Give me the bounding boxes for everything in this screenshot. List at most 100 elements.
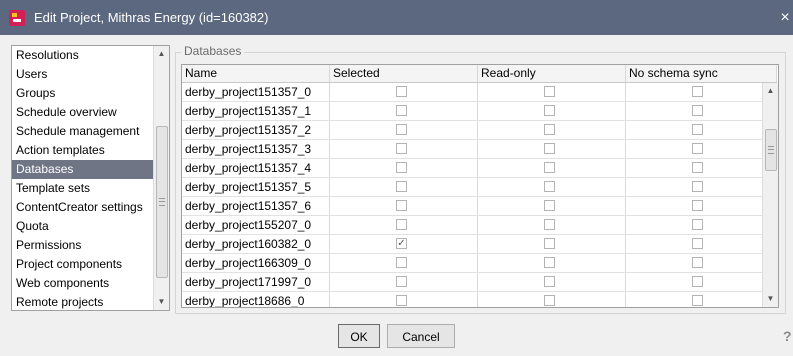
table-row[interactable]: derby_project155207_0	[182, 216, 777, 235]
no-schema-sync-checkbox[interactable]	[692, 295, 703, 306]
selected-checkbox[interactable]	[396, 181, 407, 192]
read-only-cell	[478, 216, 626, 234]
no-schema-sync-cell	[626, 159, 777, 177]
column-header-read-only[interactable]: Read-only	[478, 65, 626, 82]
ok-button[interactable]: OK	[338, 324, 380, 348]
nav-item-contentcreator-settings[interactable]: ContentCreator settings	[12, 198, 155, 217]
table-row[interactable]: derby_project151357_4	[182, 159, 777, 178]
read-only-checkbox[interactable]	[544, 181, 555, 192]
selected-checkbox[interactable]	[396, 86, 407, 97]
selected-cell	[330, 178, 478, 196]
nav-item-action-templates[interactable]: Action templates	[12, 141, 155, 160]
no-schema-sync-checkbox[interactable]	[692, 162, 703, 173]
grip-icon	[768, 146, 774, 154]
table-row[interactable]: derby_project151357_6	[182, 197, 777, 216]
window-title: Edit Project, Mithras Energy (id=160382)	[34, 10, 269, 25]
no-schema-sync-checkbox[interactable]	[692, 257, 703, 268]
read-only-checkbox[interactable]	[544, 276, 555, 287]
table-row[interactable]: derby_project151357_3	[182, 140, 777, 159]
nav-item-quota[interactable]: Quota	[12, 217, 155, 236]
nav-item-remote-projects[interactable]: Remote projects	[12, 293, 155, 310]
nav-scrollbar[interactable]: ▲ ▼	[153, 46, 169, 310]
selected-checkbox[interactable]	[396, 276, 407, 287]
database-name-cell: derby_project151357_0	[182, 83, 330, 101]
database-name-cell: derby_project160382_0	[182, 235, 330, 253]
database-name-cell: derby_project151357_6	[182, 197, 330, 215]
selected-checkbox[interactable]	[396, 200, 407, 211]
nav-items: Resolutions Users Groups Schedule overview S…	[12, 46, 155, 310]
selected-checkbox[interactable]	[396, 219, 407, 230]
selected-checkbox[interactable]	[396, 105, 407, 116]
table-row[interactable]: derby_project18686_0	[182, 292, 777, 307]
nav-item-template-sets[interactable]: Template sets	[12, 179, 155, 198]
no-schema-sync-checkbox[interactable]	[692, 238, 703, 249]
no-schema-sync-checkbox[interactable]	[692, 200, 703, 211]
read-only-checkbox[interactable]	[544, 257, 555, 268]
table-row[interactable]: derby_project151357_1	[182, 102, 777, 121]
scroll-thumb[interactable]	[156, 126, 168, 278]
no-schema-sync-checkbox[interactable]	[692, 181, 703, 192]
no-schema-sync-checkbox[interactable]	[692, 143, 703, 154]
nav-item-permissions[interactable]: Permissions	[12, 236, 155, 255]
read-only-checkbox[interactable]	[544, 143, 555, 154]
close-button[interactable]: ×	[777, 0, 793, 35]
read-only-checkbox[interactable]	[544, 124, 555, 135]
read-only-checkbox[interactable]	[544, 295, 555, 306]
no-schema-sync-cell	[626, 254, 777, 272]
nav-item-project-components[interactable]: Project components	[12, 255, 155, 274]
cancel-button[interactable]: Cancel	[387, 324, 455, 348]
read-only-checkbox[interactable]	[544, 86, 555, 97]
table-row[interactable]: derby_project171997_0	[182, 273, 777, 292]
scroll-up-icon[interactable]: ▲	[154, 46, 169, 62]
database-name-cell: derby_project151357_1	[182, 102, 330, 120]
nav-item-web-components[interactable]: Web components	[12, 274, 155, 293]
no-schema-sync-checkbox[interactable]	[692, 124, 703, 135]
column-header-no-schema-sync[interactable]: No schema sync	[626, 65, 777, 82]
checkmark-icon: ✓	[397, 238, 406, 249]
no-schema-sync-checkbox[interactable]	[692, 86, 703, 97]
column-header-selected[interactable]: Selected	[330, 65, 478, 82]
selected-checkbox[interactable]	[396, 124, 407, 135]
table-row[interactable]: derby_project151357_2	[182, 121, 777, 140]
scroll-thumb[interactable]	[765, 129, 777, 171]
table-scrollbar[interactable]: ▲ ▼	[762, 83, 778, 307]
read-only-checkbox[interactable]	[544, 162, 555, 173]
nav-item-groups[interactable]: Groups	[12, 84, 155, 103]
database-name-cell: derby_project166309_0	[182, 254, 330, 272]
no-schema-sync-checkbox[interactable]	[692, 219, 703, 230]
nav-item-resolutions[interactable]: Resolutions	[12, 46, 155, 65]
scroll-up-icon[interactable]: ▲	[763, 83, 778, 99]
no-schema-sync-checkbox[interactable]	[692, 105, 703, 116]
no-schema-sync-checkbox[interactable]	[692, 276, 703, 287]
database-name-cell: derby_project155207_0	[182, 216, 330, 234]
database-name-cell: derby_project151357_3	[182, 140, 330, 158]
scroll-down-icon[interactable]: ▼	[154, 294, 169, 310]
nav-item-users[interactable]: Users	[12, 65, 155, 84]
database-name-cell: derby_project171997_0	[182, 273, 330, 291]
selected-checkbox[interactable]	[396, 143, 407, 154]
scroll-down-icon[interactable]: ▼	[763, 291, 778, 307]
selected-cell	[330, 83, 478, 101]
selected-cell	[330, 216, 478, 234]
read-only-checkbox[interactable]	[544, 219, 555, 230]
read-only-checkbox[interactable]	[544, 238, 555, 249]
nav-item-schedule-overview[interactable]: Schedule overview	[12, 103, 155, 122]
nav-item-schedule-management[interactable]: Schedule management	[12, 122, 155, 141]
selected-checkbox[interactable]: ✓	[396, 238, 407, 249]
help-icon[interactable]: ?	[783, 328, 793, 344]
selected-checkbox[interactable]	[396, 257, 407, 268]
read-only-checkbox[interactable]	[544, 200, 555, 211]
selected-checkbox[interactable]	[396, 295, 407, 306]
nav-item-databases[interactable]: Databases	[12, 160, 155, 179]
read-only-checkbox[interactable]	[544, 105, 555, 116]
table-row[interactable]: derby_project166309_0	[182, 254, 777, 273]
no-schema-sync-cell	[626, 140, 777, 158]
column-header-name[interactable]: Name	[182, 65, 330, 82]
selected-checkbox[interactable]	[396, 162, 407, 173]
table-row[interactable]: derby_project160382_0 ✓	[182, 235, 777, 254]
databases-table: Name Selected Read-only No schema sync d…	[181, 64, 779, 308]
read-only-cell	[478, 235, 626, 253]
firstspirit-logo-icon	[9, 10, 25, 26]
table-row[interactable]: derby_project151357_0	[182, 83, 777, 102]
table-row[interactable]: derby_project151357_5	[182, 178, 777, 197]
